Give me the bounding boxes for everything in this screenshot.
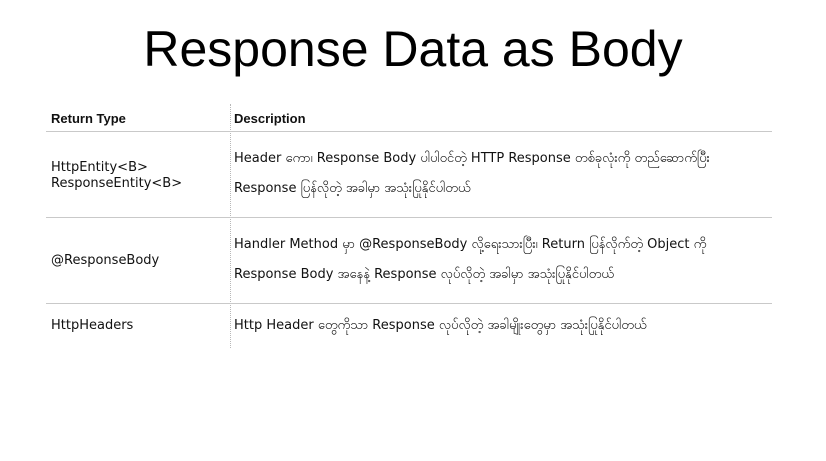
description-line: Http Header တွေကိုသာ Response လုပ်လိုတဲ့… (234, 318, 647, 333)
description-cell: Http Header တွေကိုသာ Response လုပ်လိုတဲ့… (234, 311, 770, 341)
header-description: Description (234, 111, 306, 126)
return-type-cell: HttpEntity<B> ResponseEntity<B> (51, 160, 182, 192)
table-row: HttpEntity<B> ResponseEntity<B> Header က… (46, 132, 772, 218)
table-header-row: Return Type Description (46, 104, 772, 132)
return-type-cell: HttpHeaders (51, 318, 133, 334)
table-row: @ResponseBody Handler Method မှာ @Respon… (46, 218, 772, 304)
description-line: Handler Method မှာ @ResponseBody လို့ရေး… (234, 237, 707, 252)
header-return-type: Return Type (51, 111, 126, 126)
description-line: Response Body အနေနဲ့ Response လုပ်လိုတဲ့… (234, 267, 614, 282)
slide-title: Response Data as Body (143, 21, 683, 77)
return-type-line: HttpHeaders (51, 318, 134, 333)
description-cell: Header ကော၊ Response Body ပါပါဝင်တဲ့ HTT… (234, 144, 770, 204)
description-line: Response ပြန်လိုတဲ့ အခါမှာ အသုံးပြုနိုင်… (234, 181, 471, 196)
description-line: Header ကော၊ Response Body ပါပါဝင်တဲ့ HTT… (234, 151, 710, 166)
description-cell: Handler Method မှာ @ResponseBody လို့ရေး… (234, 230, 770, 290)
return-type-line: HttpEntity<B> (51, 160, 148, 175)
return-type-line: ResponseEntity<B> (51, 176, 183, 191)
return-type-line: @ResponseBody (51, 253, 160, 268)
return-type-cell: @ResponseBody (51, 253, 159, 269)
table-row: HttpHeaders Http Header တွေကိုသာ Respons… (46, 304, 772, 348)
